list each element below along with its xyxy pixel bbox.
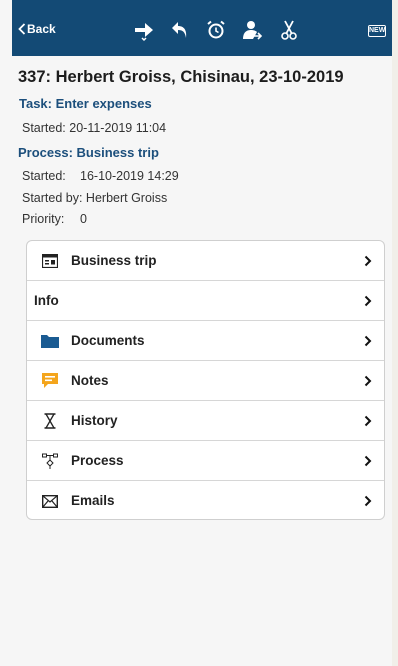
menu-item-notes[interactable]: Notes [27, 361, 384, 401]
process-started-by: Started by: Herbert Groiss [22, 191, 168, 205]
top-toolbar: Back NEW [12, 0, 392, 56]
reminder-button[interactable] [204, 18, 228, 42]
chevron-right-icon [364, 295, 372, 307]
forward-button[interactable] [132, 18, 156, 42]
folder-icon [41, 333, 59, 349]
back-label: Back [27, 22, 56, 36]
reply-icon [172, 22, 187, 38]
chevron-right-icon [364, 455, 372, 467]
menu-item-label: Documents [71, 333, 145, 348]
alarm-clock-icon [207, 20, 225, 39]
new-button[interactable]: NEW [368, 25, 386, 37]
chevron-left-icon [18, 23, 26, 35]
menu-item-label: History [71, 413, 118, 428]
process-priority-line: Priority: 0 [22, 212, 87, 226]
task-label: Task: Enter expenses [19, 96, 152, 111]
process-icon [41, 453, 59, 469]
forward-arrow-icon [135, 23, 153, 42]
menu-item-info[interactable]: Info [27, 281, 384, 321]
hourglass-icon [41, 413, 59, 429]
delegate-button[interactable] [240, 18, 264, 42]
menu-item-process[interactable]: Process [27, 441, 384, 481]
menu-item-label: Info [34, 293, 59, 308]
reply-button[interactable] [169, 18, 193, 42]
chevron-right-icon [364, 335, 372, 347]
form-icon [41, 253, 59, 269]
menu-item-emails[interactable]: Emails [27, 481, 384, 519]
menu-item-label: Emails [71, 493, 115, 508]
process-label: Process: Business trip [18, 145, 159, 160]
menu-item-label: Notes [71, 373, 109, 388]
process-started-key: Started: [22, 169, 66, 183]
page-title: 337: Herbert Groiss, Chisinau, 23-10-201… [18, 68, 344, 86]
scissors-icon [281, 20, 297, 40]
process-started-line: Started: 16-10-2019 14:29 [22, 169, 179, 183]
main-content: 337: Herbert Groiss, Chisinau, 23-10-201… [12, 56, 392, 666]
envelope-icon [41, 493, 59, 509]
note-icon [41, 373, 59, 389]
priority-value: 0 [80, 212, 87, 226]
menu-item-business-trip[interactable]: Business trip [27, 241, 384, 281]
back-button[interactable]: Back [18, 21, 56, 37]
chevron-right-icon [364, 415, 372, 427]
chevron-right-icon [364, 495, 372, 507]
user-delegate-icon [243, 21, 263, 40]
task-started: Started: 20-11-2019 11:04 [22, 121, 167, 135]
menu-item-label: Process [71, 453, 124, 468]
priority-key: Priority: [22, 212, 65, 226]
process-started-value: 16-10-2019 14:29 [80, 169, 179, 183]
chevron-right-icon [364, 255, 372, 267]
menu-item-history[interactable]: History [27, 401, 384, 441]
case-menu: Business trip Info Documents Notes Histo… [26, 240, 385, 520]
chevron-right-icon [364, 375, 372, 387]
cut-button[interactable] [277, 18, 301, 42]
app: Back NEW 337: Herbert Groiss, Chisinau, … [0, 0, 392, 666]
window-edge [392, 0, 398, 666]
menu-item-documents[interactable]: Documents [27, 321, 384, 361]
menu-item-label: Business trip [71, 253, 157, 268]
